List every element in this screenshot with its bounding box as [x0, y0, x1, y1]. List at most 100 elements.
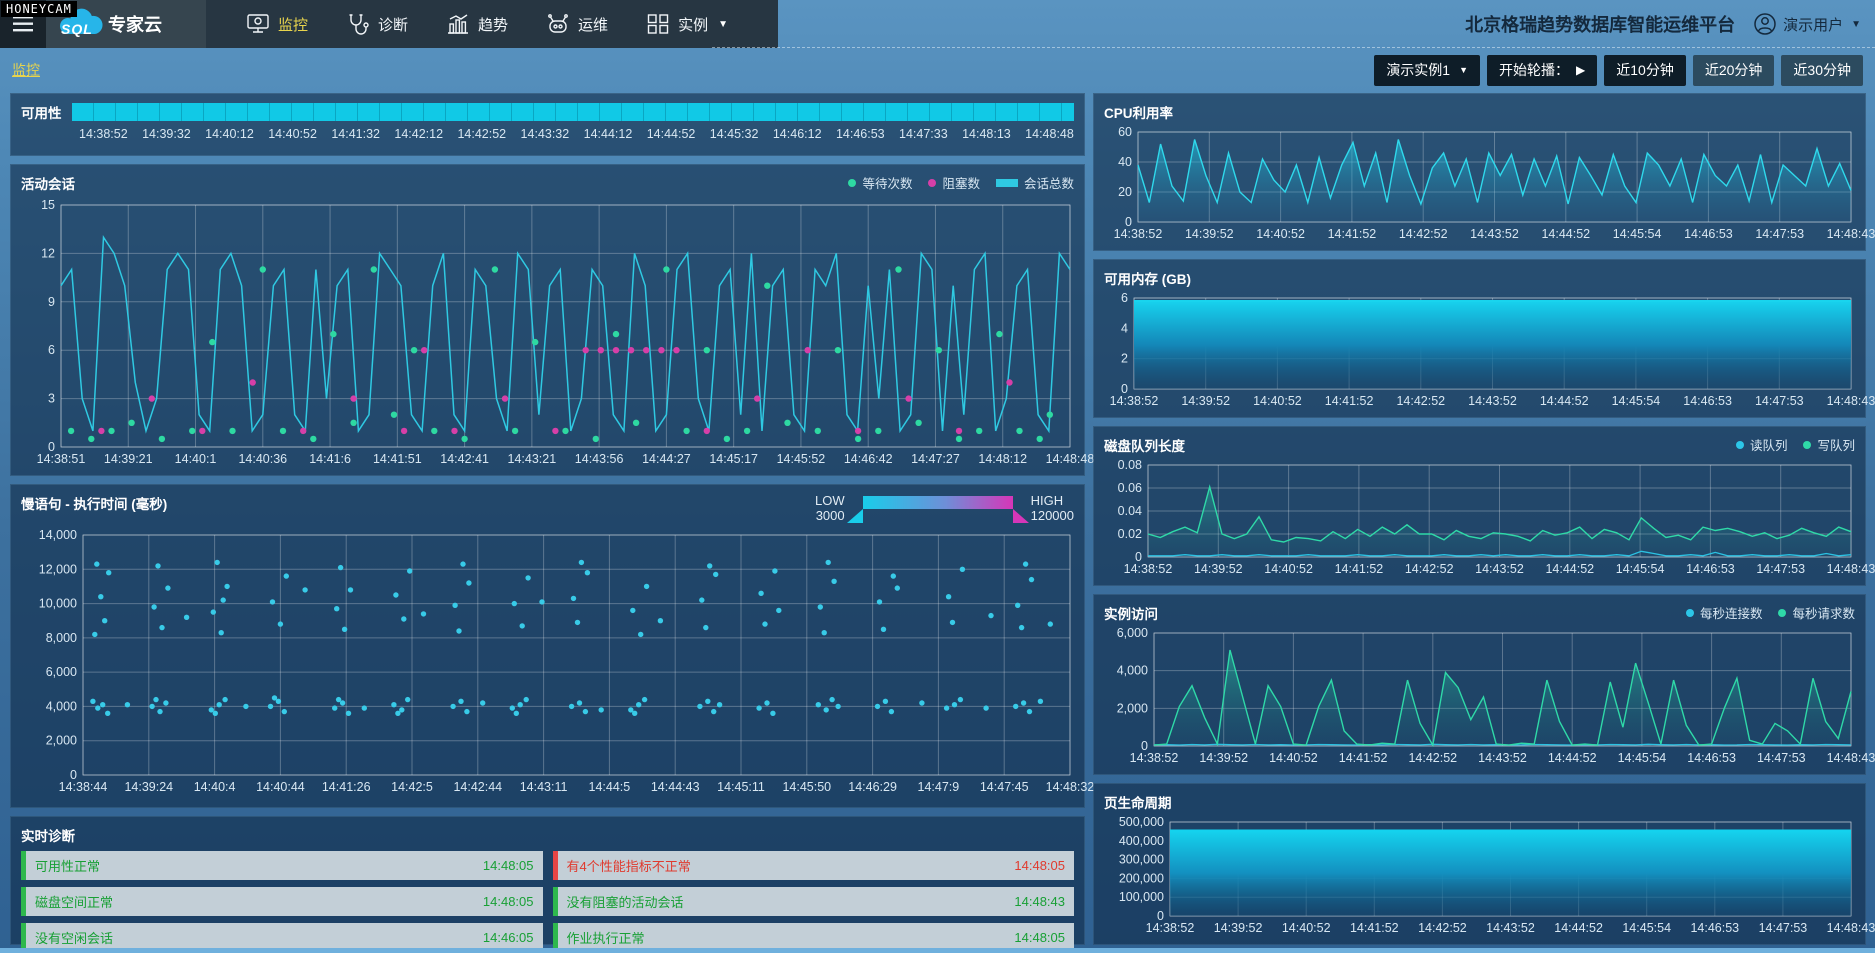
legend-item[interactable]: 等待次数 — [848, 173, 912, 192]
svg-text:14:44:43: 14:44:43 — [651, 780, 700, 794]
panel-title: 慢语句 - 执行时间 (毫秒) — [21, 493, 167, 513]
legend-item[interactable]: 读队列 — [1736, 435, 1788, 454]
nav-item-monitoring[interactable]: 监控 — [246, 13, 308, 35]
legend-dot-icon — [1686, 609, 1694, 617]
svg-text:14:39:52: 14:39:52 — [1181, 394, 1230, 408]
breadcrumb[interactable]: 监控 — [12, 60, 40, 80]
diagnosis-time: 14:46:05 — [483, 930, 534, 945]
svg-text:14:40:52: 14:40:52 — [1269, 751, 1318, 765]
svg-text:40: 40 — [1118, 155, 1132, 169]
svg-text:14:40:52: 14:40:52 — [1256, 227, 1305, 241]
availability-time-label: 14:40:52 — [268, 127, 317, 141]
top-navbar: SQL 专家云 监控 诊断 — [0, 0, 1875, 48]
svg-text:14:45:54: 14:45:54 — [1618, 751, 1667, 765]
availability-time-label: 14:46:53 — [836, 127, 885, 141]
range-20min-button[interactable]: 近20分钟 — [1693, 55, 1775, 86]
cpu-chart-canvas[interactable]: 14:38:5214:39:5214:40:5214:41:5214:42:52… — [1104, 124, 1857, 242]
panel-title: 可用性 — [21, 102, 62, 122]
user-icon — [1753, 12, 1777, 36]
legend-item[interactable]: 每秒连接数 — [1686, 603, 1763, 622]
availability-time-label: 14:45:32 — [710, 127, 759, 141]
low-handle[interactable] — [847, 509, 863, 523]
svg-text:14:47:27: 14:47:27 — [911, 452, 960, 466]
panel-title: 实时诊断 — [21, 825, 75, 845]
svg-text:14:43:52: 14:43:52 — [1468, 394, 1517, 408]
nav-item-trends[interactable]: 趋势 — [446, 13, 508, 35]
legend-item[interactable]: 会话总数 — [996, 173, 1074, 192]
instance-select[interactable]: 演示实例1 ▼ — [1374, 55, 1480, 86]
svg-text:14:48:48: 14:48:48 — [1046, 452, 1095, 466]
legend-dot-icon — [1803, 441, 1811, 449]
diagnosis-item[interactable]: 没有阻塞的活动会话14:48:43 — [553, 887, 1075, 916]
availability-time-label: 14:44:12 — [584, 127, 633, 141]
diagnosis-text: 没有阻塞的活动会话 — [567, 892, 684, 911]
svg-text:14:39:52: 14:39:52 — [1194, 562, 1243, 576]
svg-text:14:38:52: 14:38:52 — [1110, 394, 1159, 408]
availability-time-label: 14:44:52 — [647, 127, 696, 141]
svg-text:14:44:52: 14:44:52 — [1548, 751, 1597, 765]
svg-text:14:44:27: 14:44:27 — [642, 452, 691, 466]
diagnosis-item[interactable]: 磁盘空间正常14:48:05 — [21, 887, 543, 916]
svg-text:14:38:44: 14:38:44 — [59, 780, 108, 794]
diagnosis-text: 作业执行正常 — [567, 928, 645, 947]
svg-text:6: 6 — [48, 343, 55, 357]
diagnosis-time: 14:48:05 — [483, 894, 534, 909]
legend-label: 写队列 — [1817, 435, 1855, 454]
svg-text:14:42:52: 14:42:52 — [1399, 227, 1448, 241]
svg-text:14:42:44: 14:42:44 — [453, 780, 502, 794]
legend-item[interactable]: 写队列 — [1803, 435, 1855, 454]
sessions-chart-canvas[interactable]: 14:38:5114:39:2114:40:114:40:3614:41:614… — [21, 197, 1076, 467]
nav-item-diagnosis[interactable]: 诊断 — [346, 13, 408, 35]
svg-text:14:48:43: 14:48:43 — [1827, 394, 1875, 408]
svg-text:0.02: 0.02 — [1118, 527, 1142, 541]
svg-text:14:43:56: 14:43:56 — [575, 452, 624, 466]
toolbar: 监控 演示实例1 ▼ 开始轮播： ▶ 近10分钟 近20分钟 近30分钟 — [0, 48, 1875, 92]
availability-time-label: 14:40:12 — [205, 127, 254, 141]
svg-text:14:46:53: 14:46:53 — [1684, 227, 1733, 241]
svg-text:14:40:52: 14:40:52 — [1282, 921, 1331, 935]
page-life-chart-canvas[interactable]: 14:38:5214:39:5214:40:5214:41:5214:42:52… — [1104, 814, 1857, 936]
disk-chart-canvas[interactable]: 14:38:5214:39:5214:40:5214:41:5214:42:52… — [1104, 457, 1857, 577]
svg-text:14:42:5: 14:42:5 — [391, 780, 433, 794]
stethoscope-icon — [346, 13, 370, 35]
diagnosis-grid: 可用性正常14:48:05 有4个性能指标不正常14:48:05 磁盘空间正常14:… — [21, 851, 1074, 952]
svg-text:10,000: 10,000 — [39, 597, 77, 611]
range-10min-button[interactable]: 近10分钟 — [1604, 55, 1686, 86]
svg-text:14:41:26: 14:41:26 — [322, 780, 371, 794]
user-menu[interactable]: 演示用户 ▼ — [1753, 12, 1861, 36]
availability-times: 14:38:5214:39:3214:40:1214:40:5214:41:32… — [79, 127, 1074, 141]
svg-text:14:40:4: 14:40:4 — [194, 780, 236, 794]
bottom-strip — [0, 948, 1875, 953]
nav-item-operations[interactable]: 运维 — [546, 13, 608, 35]
svg-text:14:40:52: 14:40:52 — [1264, 562, 1313, 576]
svg-text:6,000: 6,000 — [1117, 626, 1148, 640]
gradient-bar[interactable] — [853, 493, 1023, 523]
svg-text:14:41:6: 14:41:6 — [309, 452, 351, 466]
svg-text:14:44:52: 14:44:52 — [1545, 562, 1594, 576]
start-carousel-button[interactable]: 开始轮播： ▶ — [1487, 55, 1597, 86]
diagnosis-item[interactable]: 有4个性能指标不正常14:48:05 — [553, 851, 1075, 880]
diagnosis-item[interactable]: 可用性正常14:48:05 — [21, 851, 543, 880]
availability-time-label: 14:39:32 — [142, 127, 191, 141]
legend-item[interactable]: 阻塞数 — [928, 173, 980, 192]
svg-text:14:46:42: 14:46:42 — [844, 452, 893, 466]
slow-chart-canvas[interactable]: 14:38:4414:39:2414:40:414:40:4414:41:261… — [21, 527, 1076, 795]
panel-diagnosis: 实时诊断 可用性正常14:48:05 有4个性能指标不正常14:48:05 磁盘空间… — [10, 816, 1085, 945]
robot-icon — [546, 13, 570, 35]
svg-text:14,000: 14,000 — [39, 528, 77, 542]
range-30min-button[interactable]: 近30分钟 — [1781, 55, 1863, 86]
nav-item-instances[interactable]: 实例 ▼ — [646, 13, 728, 35]
gradient-scale — [863, 496, 1013, 509]
high-handle[interactable] — [1013, 509, 1029, 523]
instance-chart-canvas[interactable]: 14:38:5214:39:5214:40:5214:41:5214:42:52… — [1104, 625, 1857, 766]
grid-icon — [646, 13, 670, 35]
svg-text:14:41:52: 14:41:52 — [1339, 751, 1388, 765]
legend-item[interactable]: 每秒请求数 — [1778, 603, 1855, 622]
svg-text:2,000: 2,000 — [46, 734, 77, 748]
svg-text:14:45:11: 14:45:11 — [717, 780, 765, 794]
svg-text:6,000: 6,000 — [46, 665, 77, 679]
memory-chart-canvas[interactable]: 14:38:5214:39:5214:40:5214:41:5214:42:52… — [1104, 290, 1857, 409]
availability-bar[interactable] — [72, 103, 1075, 121]
svg-text:14:47:53: 14:47:53 — [1757, 751, 1806, 765]
main-nav: 监控 诊断 趋势 运维 — [246, 0, 728, 48]
